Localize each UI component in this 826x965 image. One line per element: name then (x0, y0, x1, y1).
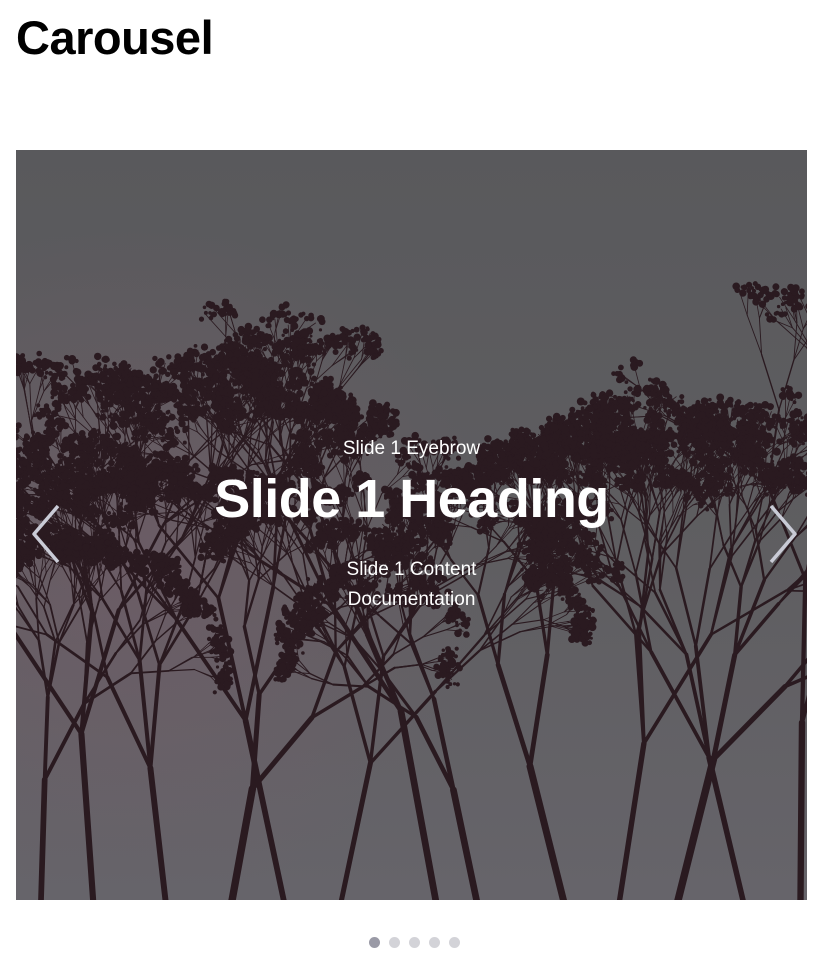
carousel-indicator-dot[interactable] (369, 937, 380, 948)
carousel-indicator-dot[interactable] (409, 937, 420, 948)
slide-eyebrow: Slide 1 Eyebrow (16, 435, 807, 463)
carousel-indicator-dot[interactable] (389, 937, 400, 948)
chevron-right-icon (761, 500, 801, 568)
slide-caption: Slide 1 Eyebrow Slide 1 Heading Slide 1 … (16, 435, 807, 615)
chevron-left-icon (28, 500, 68, 568)
carousel-indicator-dot[interactable] (449, 937, 460, 948)
carousel: Slide 1 Eyebrow Slide 1 Heading Slide 1 … (16, 150, 807, 900)
carousel-indicators (0, 937, 826, 951)
previous-slide-button[interactable] (28, 500, 68, 568)
carousel-indicator-dot[interactable] (429, 937, 440, 948)
slide-content: Slide 1 Content Documentation (312, 555, 512, 615)
page-title: Carousel (16, 8, 213, 68)
next-slide-button[interactable] (761, 500, 801, 568)
slide-heading: Slide 1 Heading (16, 463, 807, 535)
